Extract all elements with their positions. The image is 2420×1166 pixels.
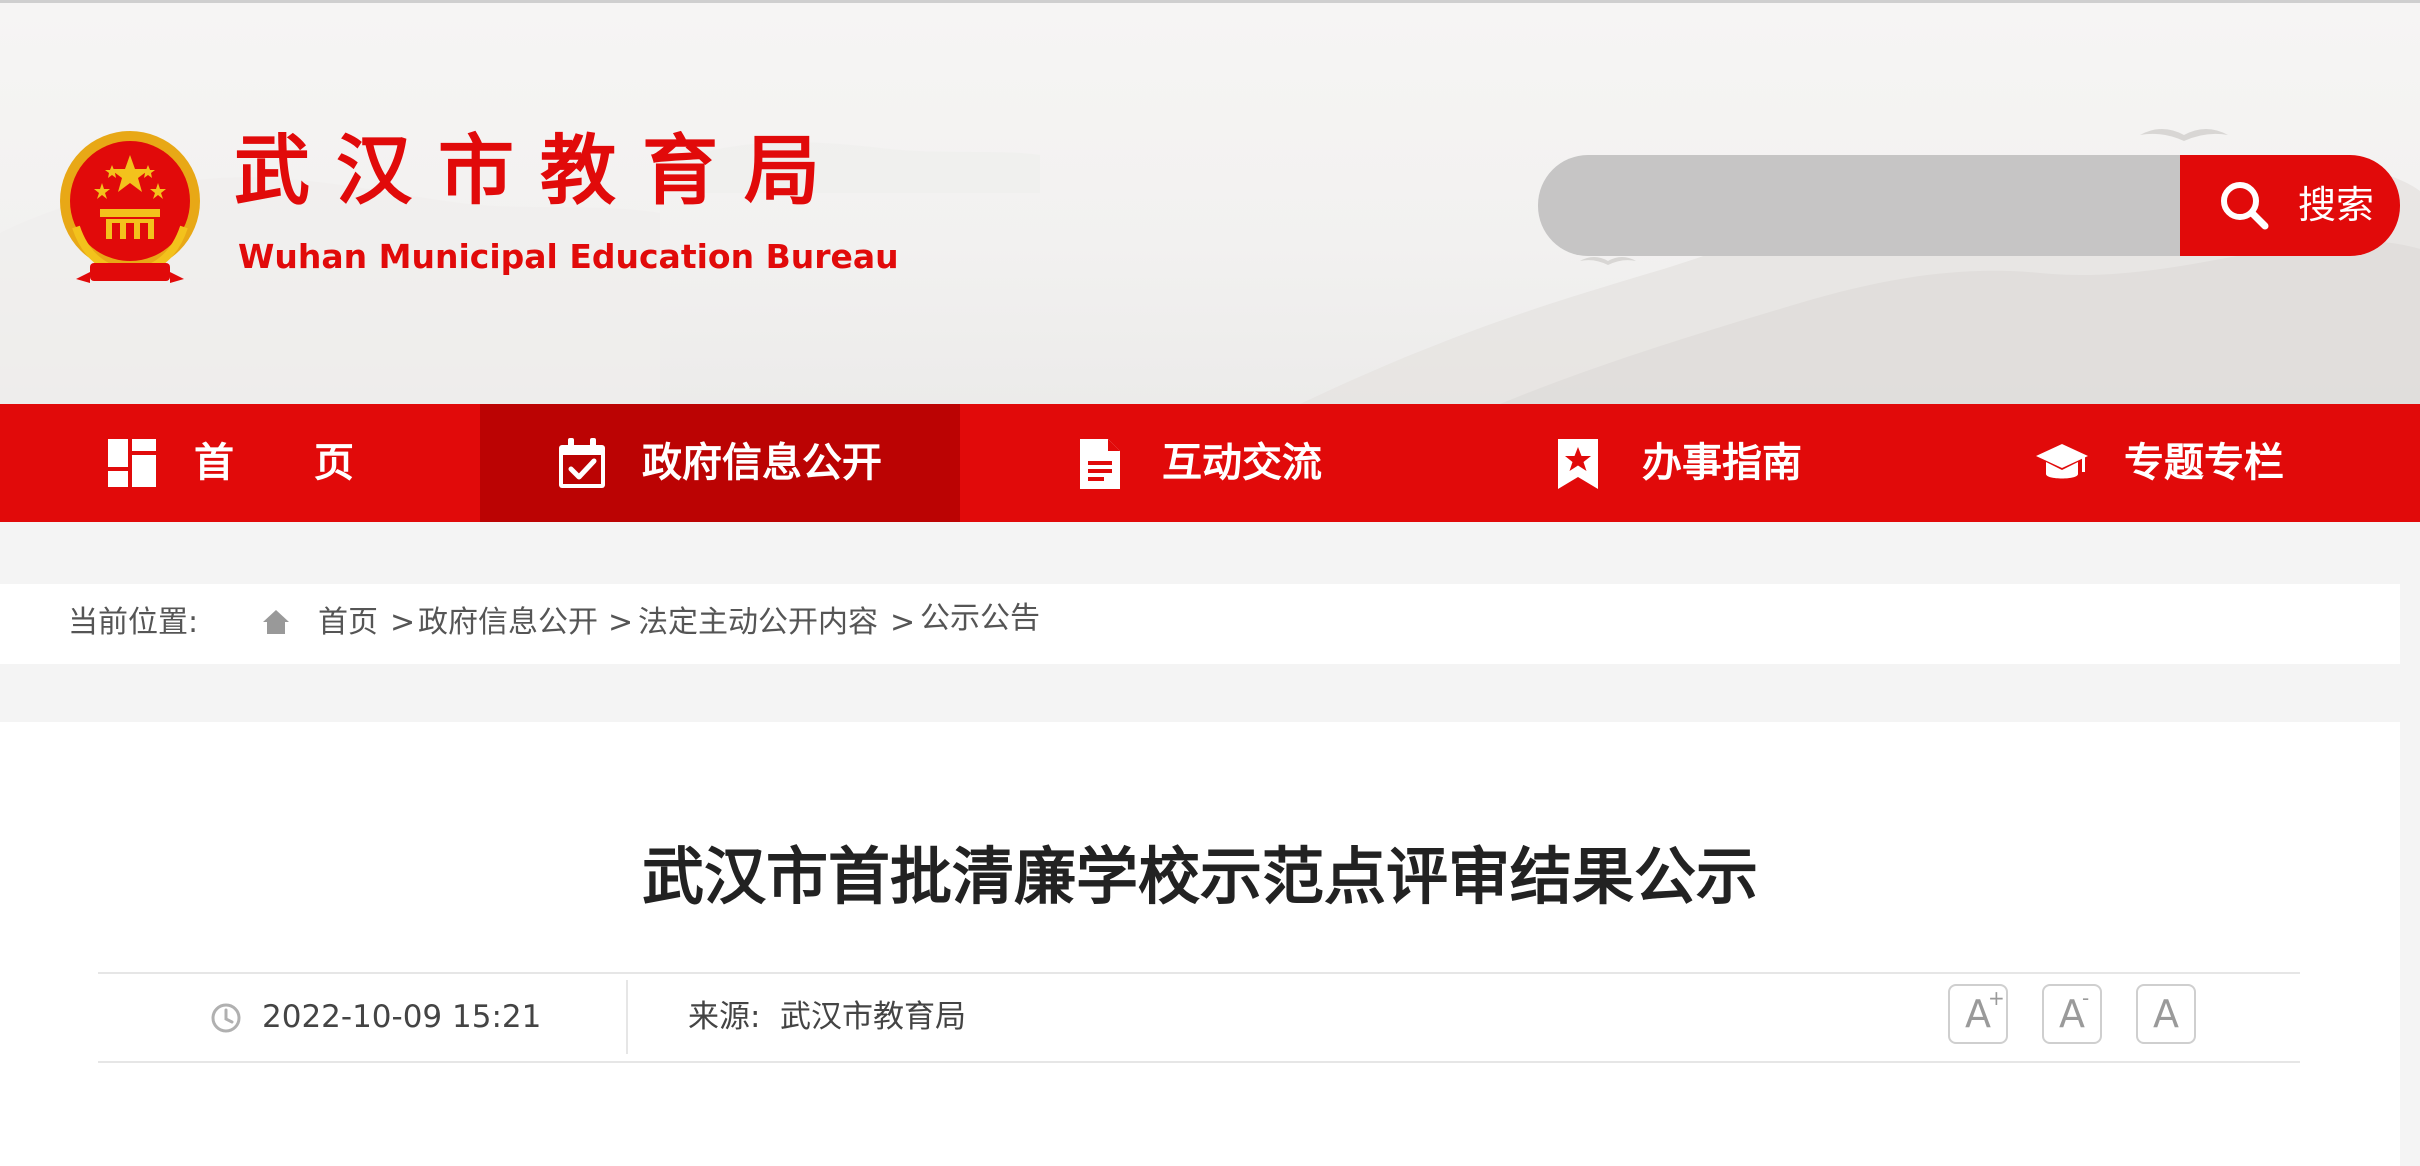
nav-item-label: 互动交流 (1162, 440, 1322, 486)
breadcrumb-item-government-info[interactable]: 政府信息公开 (418, 603, 598, 643)
site-subtitle: Wuhan Municipal Education Bureau (238, 237, 899, 276)
nav-item-service-guide[interactable]: 办事指南 (1440, 404, 1920, 522)
nav-item-label: 政府信息公开 (642, 440, 882, 486)
breadcrumb-item-announcements[interactable]: 公示公告 (920, 599, 1040, 639)
search-input[interactable] (1538, 155, 2180, 256)
nav-item-interaction[interactable]: 互动交流 (960, 404, 1440, 522)
search-button-label: 搜索 (2298, 183, 2375, 227)
main-navigation: 首 页 政府信息公开 互动交流 办事指南 专题专栏 (0, 404, 2420, 522)
divider (98, 972, 2300, 974)
nav-item-government-info[interactable]: 政府信息公开 (480, 404, 960, 522)
search-bar: 搜索 (1538, 155, 2400, 256)
graduation-cap-icon (2036, 444, 2088, 479)
document-icon (1080, 439, 1120, 489)
nav-item-home[interactable]: 首 页 (0, 404, 480, 522)
font-size-reset-button[interactable]: A (2136, 984, 2196, 1044)
font-size-increase-button[interactable]: A + (1948, 984, 2008, 1044)
nav-item-label: 专题专栏 (2124, 440, 2284, 486)
national-emblem-logo (60, 131, 200, 283)
breadcrumb-separator: > (890, 605, 916, 640)
source-value: 武汉市教育局 (780, 999, 966, 1035)
nav-item-special-topics[interactable]: 专题专栏 (1920, 404, 2420, 522)
site-header: 武汉市教育局 Wuhan Municipal Education Bureau … (0, 3, 2420, 404)
font-size-decrease-button[interactable]: A - (2042, 984, 2102, 1044)
breadcrumb-separator: > (390, 605, 416, 640)
search-icon (2221, 182, 2269, 230)
divider (626, 980, 628, 1054)
home-icon (263, 610, 289, 634)
home-grid-icon (108, 439, 156, 487)
publish-date: 2022-10-09 15:21 (262, 999, 542, 1035)
breadcrumb-item-statutory-content[interactable]: 法定主动公开内容 (638, 603, 878, 643)
nav-item-label: 首 页 (194, 440, 354, 486)
breadcrumb-separator: > (608, 605, 634, 640)
source-label: 来源: (688, 999, 761, 1035)
plus-icon: + (1988, 986, 2005, 1010)
article-panel: 武汉市首批清廉学校示范点评审结果公示 2022-10-09 15:21 来源: … (0, 722, 2400, 1166)
nav-item-label: 办事指南 (1642, 440, 1802, 486)
search-button[interactable]: 搜索 (2180, 155, 2400, 256)
clock-icon (211, 1003, 241, 1033)
site-title: 武汉市教育局 (234, 126, 846, 215)
divider (98, 1061, 2300, 1063)
breadcrumb: 当前位置: 首页 > 政府信息公开 > 法定主动公开内容 > 公示公告 (0, 584, 2400, 664)
bookmark-star-icon (1558, 439, 1598, 489)
breadcrumb-item-home[interactable]: 首页 (318, 603, 378, 643)
font-button-label: A (2153, 992, 2179, 1036)
calendar-check-icon (559, 438, 605, 488)
breadcrumb-label: 当前位置: (68, 605, 199, 640)
article-title: 武汉市首批清廉学校示范点评审结果公示 (641, 840, 1758, 913)
minus-icon: - (2082, 986, 2090, 1010)
